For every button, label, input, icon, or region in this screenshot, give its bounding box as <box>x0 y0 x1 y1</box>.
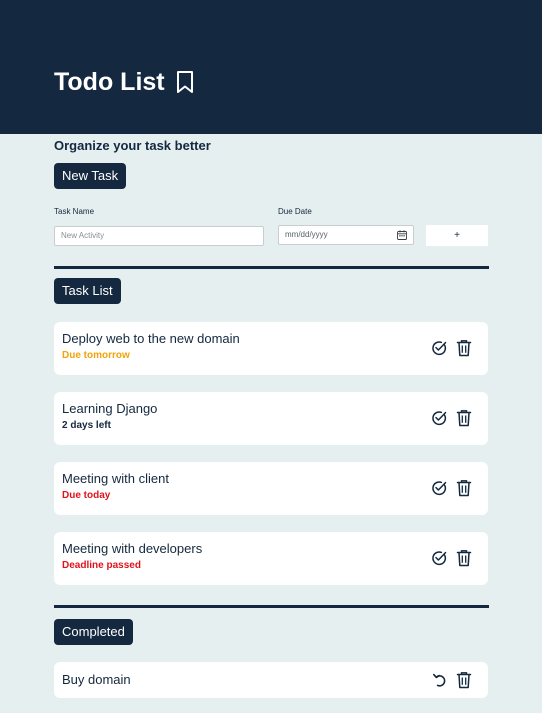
add-task-button[interactable]: + <box>426 225 488 246</box>
trash-icon[interactable] <box>456 671 472 689</box>
task-actions <box>431 479 472 497</box>
check-circle-icon[interactable] <box>431 339 447 357</box>
calendar-icon[interactable] <box>397 230 407 240</box>
task-name-placeholder: New Activity <box>61 231 105 240</box>
trash-icon[interactable] <box>456 549 472 567</box>
task-actions <box>431 409 472 427</box>
section-divider <box>54 605 489 608</box>
task-card: Deploy web to the new domain Due tomorro… <box>54 322 488 375</box>
task-name: Meeting with developers <box>62 541 203 556</box>
task-name-input[interactable]: New Activity <box>54 226 264 246</box>
app-title-row: Todo List <box>54 66 195 98</box>
task-card: Meeting with client Due today <box>54 462 488 515</box>
task-due-status: Due today <box>62 490 111 501</box>
trash-icon[interactable] <box>456 409 472 427</box>
page-title: Todo List <box>54 68 165 96</box>
task-name: Deploy web to the new domain <box>62 331 240 346</box>
task-actions <box>431 339 472 357</box>
task-due-status: 2 days left <box>62 420 111 431</box>
bookmark-icon[interactable] <box>175 70 195 94</box>
task-name: Buy domain <box>62 672 131 687</box>
task-actions <box>431 671 472 689</box>
task-name: Meeting with client <box>62 471 169 486</box>
check-circle-icon[interactable] <box>431 409 447 427</box>
section-divider <box>54 266 489 269</box>
new-task-button[interactable]: New Task <box>54 163 127 189</box>
task-actions <box>431 549 472 567</box>
trash-icon[interactable] <box>456 479 472 497</box>
task-due-status: Due tomorrow <box>62 350 130 361</box>
due-date-placeholder: mm/dd/yyyy <box>285 230 328 239</box>
check-circle-icon[interactable] <box>431 479 447 497</box>
completed-task-card: Buy domain <box>54 662 488 698</box>
app-header: Todo List <box>0 0 542 134</box>
check-circle-icon[interactable] <box>431 549 447 567</box>
due-date-input[interactable]: mm/dd/yyyy <box>278 225 414 245</box>
task-list-heading: Task List <box>54 278 121 304</box>
trash-icon[interactable] <box>456 339 472 357</box>
task-card: Learning Django 2 days left <box>54 392 488 445</box>
task-due-status: Deadline passed <box>62 560 141 571</box>
task-name-label: Task Name <box>54 207 95 216</box>
completed-heading: Completed <box>54 619 133 645</box>
undo-icon[interactable] <box>431 671 447 689</box>
task-name: Learning Django <box>62 401 158 416</box>
due-date-label: Due Date <box>278 207 312 216</box>
task-card: Meeting with developers Deadline passed <box>54 532 488 585</box>
subtitle: Organize your task better <box>54 138 211 153</box>
